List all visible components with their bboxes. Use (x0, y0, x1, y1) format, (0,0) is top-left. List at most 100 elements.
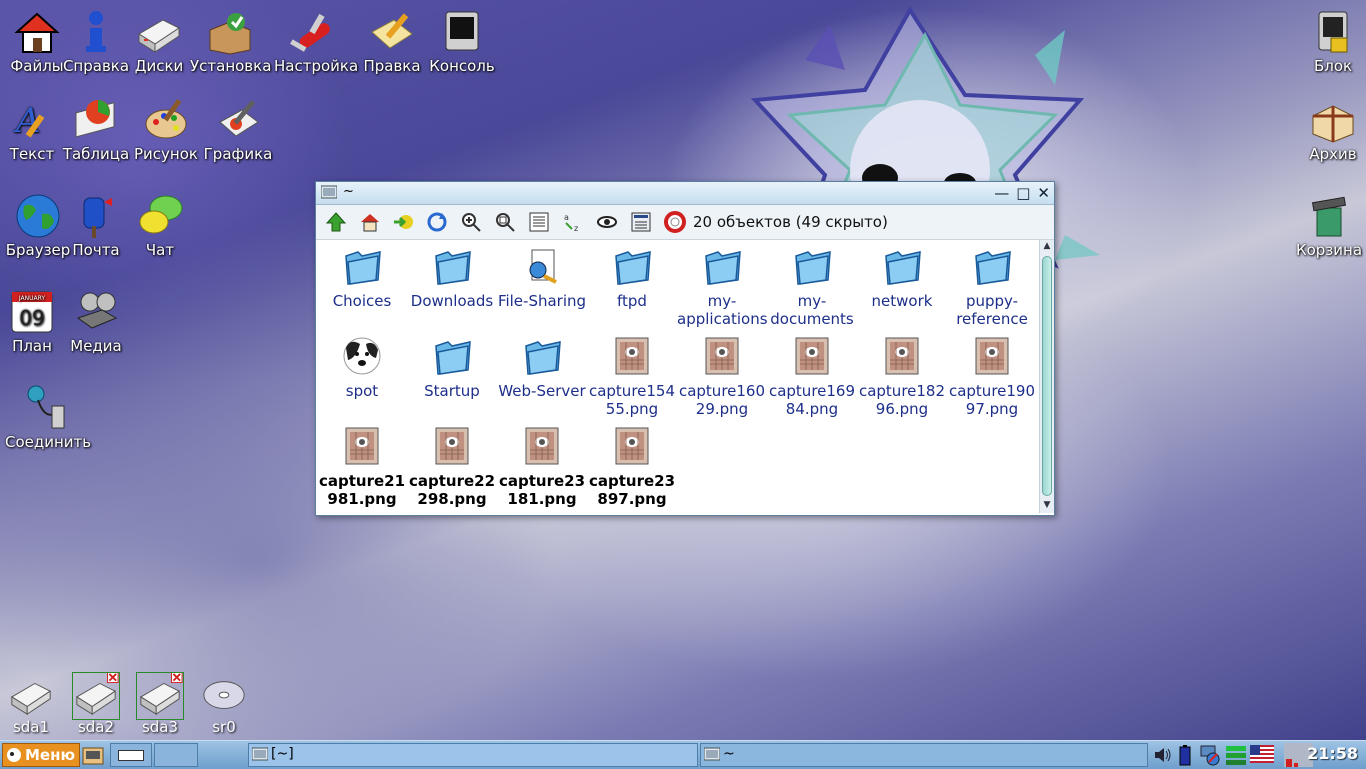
drive-sda3[interactable]: sda3 (133, 672, 187, 736)
network-status-icon[interactable] (1199, 744, 1221, 766)
image-file-icon (975, 337, 1009, 375)
folder-icon (615, 251, 651, 285)
minimize-button[interactable]: — (994, 184, 1009, 202)
file-item[interactable]: my- applications (677, 246, 768, 328)
file-item[interactable]: capture182 96.png (857, 336, 947, 418)
mailbox-icon (83, 197, 112, 238)
file-item[interactable]: capture23 181.png (497, 426, 587, 508)
details-icon[interactable] (630, 211, 652, 233)
close-button[interactable]: ✕ (1037, 184, 1050, 202)
start-menu-button[interactable]: Меню (2, 743, 80, 767)
scroll-down-arrow[interactable]: ▼ (1041, 500, 1053, 512)
start-menu-label: Меню (25, 746, 76, 764)
swiss-knife-icon (290, 13, 330, 52)
file-item[interactable]: capture169 84.png (767, 336, 857, 418)
spreadsheet-icon (75, 100, 115, 138)
maximize-button[interactable]: □ (1016, 184, 1030, 202)
drive-sr0[interactable]: sr0 (197, 672, 251, 736)
desktop-icon-label: Рисунок (134, 145, 198, 163)
zoom-in-icon[interactable] (460, 211, 482, 233)
desktop-icon-archive[interactable]: Архив (1296, 96, 1366, 163)
desktop-icon-label: Установка (190, 57, 272, 75)
desktop-icon-table[interactable]: Таблица (59, 96, 133, 163)
desktop-icon-label: Медиа (70, 337, 122, 355)
file-item-label: capture21 981.png (318, 472, 406, 508)
desktop-icon-settings[interactable]: Настройка (274, 8, 358, 75)
volume-icon[interactable] (1153, 745, 1173, 765)
desktop-icon-edit[interactable]: Правка (355, 8, 429, 75)
sort-icon[interactable]: az (562, 211, 584, 233)
notepad-pencil-icon (371, 13, 413, 49)
desktop-icon-connect[interactable]: Соединить (5, 384, 91, 451)
chat-bubbles-icon (139, 195, 183, 234)
battery-icon[interactable] (1178, 744, 1192, 766)
keyboard-layout-flag-icon[interactable] (1250, 745, 1274, 763)
cd-drive-icon (203, 681, 245, 709)
up-arrow-icon[interactable] (325, 211, 347, 233)
mounted-frame (136, 672, 184, 720)
file-item[interactable]: capture22 298.png (407, 426, 497, 508)
file-item[interactable]: capture154 55.png (587, 336, 677, 418)
desktop-pager-2[interactable] (154, 743, 198, 767)
file-item[interactable]: my- documents (767, 246, 857, 328)
image-file-icon (615, 337, 649, 375)
desktop-icon-media[interactable]: Медиа (59, 288, 133, 355)
desktop-icon-console[interactable]: Консоль (425, 8, 499, 75)
file-item-label: my- documents (770, 292, 854, 328)
desktop-icon-trash[interactable]: Корзина (1292, 192, 1366, 259)
calendar-icon: JANUARY 09 (11, 291, 53, 333)
image-file-icon (885, 337, 919, 375)
file-item[interactable]: File-Sharing (497, 246, 587, 310)
desktop-icon-disks[interactable]: Диски (122, 8, 196, 75)
task-button-home[interactable]: [~] (248, 743, 698, 767)
desktop-icon-install[interactable]: Установка (190, 8, 272, 75)
drive-sda1[interactable]: sda1 (4, 672, 58, 736)
vertical-scrollbar[interactable]: ▲ ▼ (1039, 240, 1054, 513)
scroll-up-arrow[interactable]: ▲ (1041, 241, 1053, 253)
file-manager-window[interactable]: ~ — □ ✕ az 20 объектов (49 скрыто) Choic… (315, 181, 1055, 516)
file-item-label: ftpd (617, 292, 647, 310)
desktop-icon-lock[interactable]: Блок (1296, 8, 1366, 75)
list-view-icon[interactable] (528, 211, 550, 233)
folder-icon (795, 251, 831, 285)
folder-icon (975, 251, 1011, 285)
desktop-icon-chat[interactable]: Чат (123, 192, 197, 259)
file-item[interactable]: spot (317, 336, 407, 400)
help-lifebuoy-icon[interactable] (664, 211, 686, 233)
file-item[interactable]: network (857, 246, 947, 310)
quick-launch-icon[interactable] (82, 744, 104, 766)
file-item[interactable]: ftpd (587, 246, 677, 310)
file-item-label: Choices (332, 292, 392, 310)
palette-icon (145, 99, 187, 139)
window-titlebar[interactable]: ~ — □ ✕ (316, 182, 1054, 205)
refresh-icon[interactable] (426, 211, 448, 233)
desktop-pager-1[interactable] (110, 743, 152, 767)
drive-sda2[interactable]: sda2 (69, 672, 123, 736)
file-item-label: capture169 84.png (768, 382, 856, 418)
home-icon[interactable] (359, 211, 381, 233)
file-item[interactable]: capture190 97.png (947, 336, 1037, 418)
file-item[interactable]: Downloads (407, 246, 497, 310)
desktop-icon-paint[interactable]: Рисунок (129, 96, 203, 163)
cpu-monitor-icon[interactable] (1225, 744, 1247, 766)
file-item[interactable]: Choices (317, 246, 407, 310)
file-item[interactable]: puppy- reference (947, 246, 1037, 328)
file-item[interactable]: Startup (407, 336, 497, 400)
zoom-fit-icon[interactable] (494, 211, 516, 233)
desktop-icon-mail[interactable]: Почта (59, 192, 133, 259)
file-item-label: capture160 29.png (678, 382, 766, 418)
task-button-window[interactable]: ~ (700, 743, 1148, 767)
file-item[interactable]: Web-Server (497, 336, 587, 400)
clock[interactable]: 21:58 (1307, 744, 1358, 763)
file-item[interactable]: capture23 897.png (587, 426, 677, 508)
window-title: ~ (343, 184, 354, 199)
file-item[interactable]: capture160 29.png (677, 336, 767, 418)
desktop-icon-graphics[interactable]: Графика (201, 96, 275, 163)
trash-can-icon (1311, 196, 1347, 237)
file-item[interactable]: capture21 981.png (317, 426, 407, 508)
folder-icon (885, 251, 921, 285)
scrollbar-thumb[interactable] (1042, 256, 1052, 496)
desktop-icon-label: Соединить (5, 433, 92, 451)
go-to-icon[interactable] (392, 211, 414, 233)
show-hidden-icon[interactable] (596, 211, 618, 233)
